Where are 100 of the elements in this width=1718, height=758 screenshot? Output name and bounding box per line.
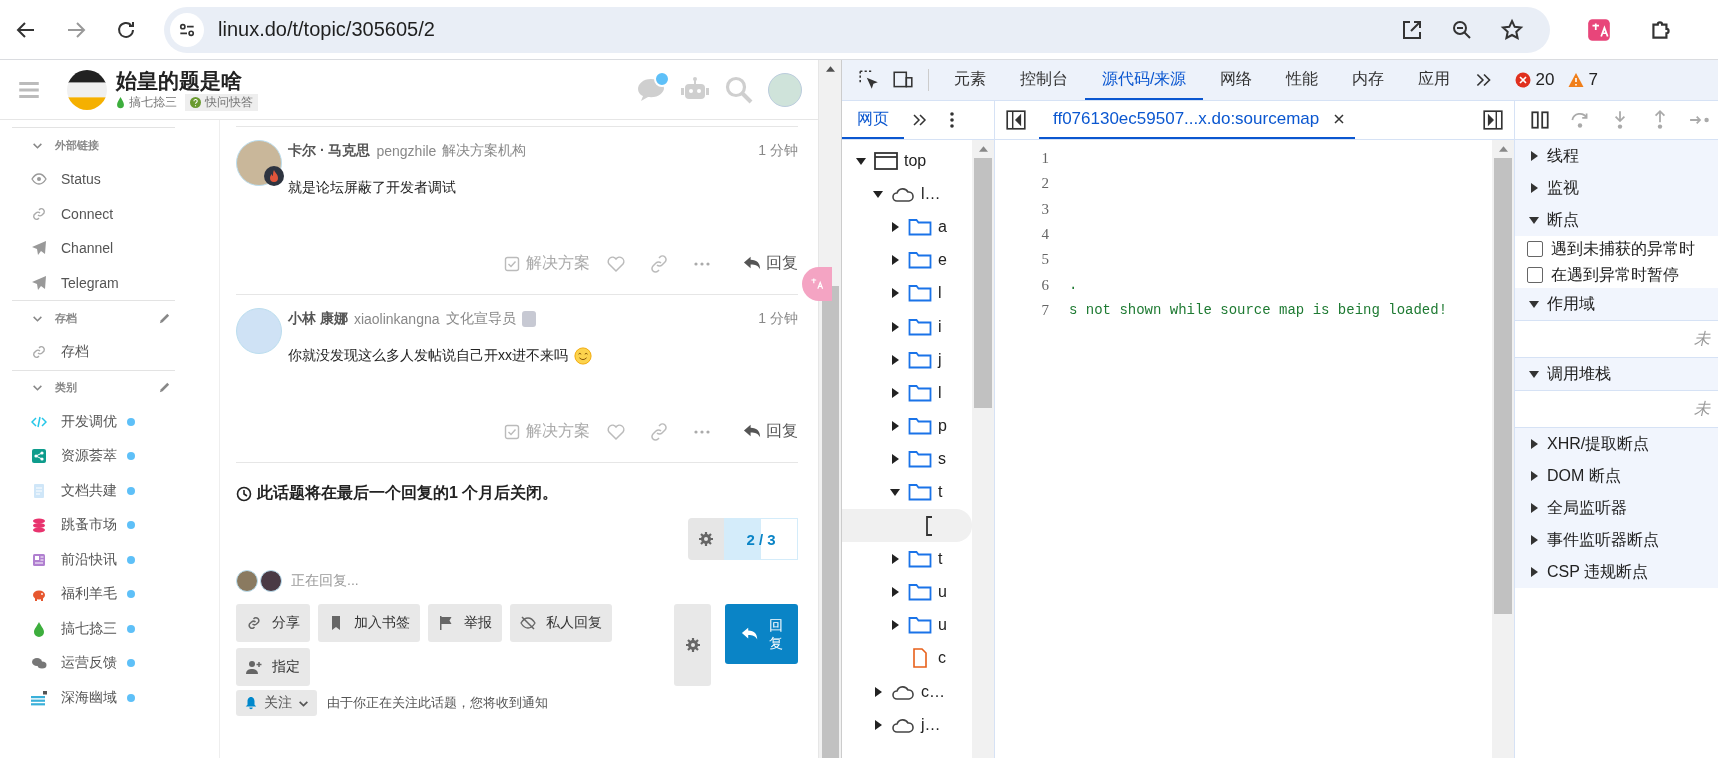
reply-button[interactable]: 回复 xyxy=(743,421,798,442)
bookmark-button[interactable]: 加入书签 xyxy=(318,604,420,642)
section-title[interactable]: 类别 xyxy=(55,380,158,395)
tree-item[interactable]: i xyxy=(842,309,972,344)
expand-arrow-icon[interactable] xyxy=(1529,471,1539,481)
expand-arrow-icon[interactable] xyxy=(1529,215,1539,225)
expand-arrow-icon[interactable] xyxy=(1529,151,1539,161)
expand-arrow-icon[interactable] xyxy=(890,620,900,631)
sidebar-link[interactable]: 文档共建 xyxy=(61,481,117,500)
tree-item[interactable]: a xyxy=(842,210,972,244)
site-logo-icon[interactable] xyxy=(66,68,108,111)
debugger-section-title[interactable]: 断点 xyxy=(1547,209,1579,231)
sidebar-link[interactable]: 深海幽域 xyxy=(61,688,117,707)
site-settings-icon[interactable] xyxy=(170,12,204,47)
section-title[interactable]: 存档 xyxy=(55,310,158,326)
user-name[interactable]: 小林 康娜 xyxy=(288,310,348,328)
toggle-navigator-icon[interactable] xyxy=(1005,109,1027,131)
settings-button[interactable] xyxy=(674,604,711,686)
address-bar[interactable]: linux.do/t/topic/305605/2 xyxy=(164,6,1550,53)
tree-item[interactable]: c xyxy=(842,641,972,675)
inspect-element-icon[interactable] xyxy=(858,69,880,91)
sidebar-link[interactable]: Status xyxy=(61,171,101,188)
section-title[interactable]: 外部链接 xyxy=(55,137,175,153)
pause-icon[interactable] xyxy=(1529,109,1551,131)
user-name[interactable]: 卡尔 · 马克思 xyxy=(288,142,371,160)
toggle-debugger-icon[interactable] xyxy=(1482,109,1504,131)
expand-arrow-icon[interactable] xyxy=(873,686,883,697)
scroll-up-icon[interactable] xyxy=(825,66,835,72)
expand-arrow-icon[interactable] xyxy=(873,719,883,730)
error-count[interactable]: 20 xyxy=(1515,70,1555,90)
notification-level-dropdown[interactable]: 关注 xyxy=(236,690,317,716)
tree-item[interactable]: t xyxy=(842,475,972,510)
expand-arrow-icon[interactable] xyxy=(856,155,866,166)
sidebar-link[interactable]: 存档 xyxy=(61,343,89,362)
tag-chip[interactable]: 快问快答 xyxy=(185,94,258,111)
username[interactable]: pengzhile xyxy=(376,143,437,159)
devtools-tab[interactable]: 元素 xyxy=(937,60,1003,100)
star-icon[interactable] xyxy=(1500,17,1524,42)
expand-arrow-icon[interactable] xyxy=(890,487,900,498)
flag-button[interactable]: 举报 xyxy=(428,604,502,642)
tree-item[interactable]: t xyxy=(842,542,972,576)
private-reply-button[interactable]: 私人回复 xyxy=(510,604,612,642)
devtools-tab[interactable]: 应用 xyxy=(1401,60,1468,100)
translate-extension-icon[interactable] xyxy=(1586,16,1612,43)
tree-item[interactable]: l xyxy=(842,276,972,310)
checkbox[interactable] xyxy=(1527,267,1543,283)
topic-title[interactable]: 始皇的题是啥 xyxy=(116,68,258,94)
file-tab[interactable]: ff076130ec59507...x.do:sourcemap xyxy=(1039,101,1356,139)
expand-arrow-icon[interactable] xyxy=(890,255,900,266)
assign-button[interactable]: 指定 xyxy=(236,648,310,686)
close-icon[interactable] xyxy=(1333,113,1346,125)
sidebar-link[interactable]: 搞七捻三 xyxy=(61,619,117,638)
debugger-section-title[interactable]: 监视 xyxy=(1547,177,1579,199)
expand-arrow-icon[interactable] xyxy=(1529,439,1539,449)
sidebar-link[interactable]: Connect xyxy=(61,205,114,222)
sidebar-link[interactable]: Telegram xyxy=(61,274,119,291)
tree-item[interactable]: s xyxy=(842,442,972,476)
expand-arrow-icon[interactable] xyxy=(873,188,883,199)
sidebar-link[interactable]: 前沿快讯 xyxy=(61,550,117,569)
expand-arrow-icon[interactable] xyxy=(890,288,900,299)
pencil-icon[interactable] xyxy=(158,311,171,325)
scroll-up-icon[interactable] xyxy=(1498,146,1508,152)
tree-item[interactable]: l… xyxy=(842,177,972,211)
expand-arrow-icon[interactable] xyxy=(1529,567,1539,577)
tree-item[interactable]: u xyxy=(842,575,972,609)
post-time[interactable]: 1 分钟 xyxy=(758,142,798,160)
expand-arrow-icon[interactable] xyxy=(890,421,900,432)
scrollbar[interactable] xyxy=(1492,140,1514,758)
devtools-tab[interactable]: 性能 xyxy=(1269,60,1336,100)
tree-item[interactable]: p xyxy=(842,409,972,443)
sidebar-link[interactable]: Channel xyxy=(61,240,114,257)
expand-arrow-icon[interactable] xyxy=(890,587,900,598)
page-scrollbar[interactable] xyxy=(818,60,841,758)
devtools-tab[interactable]: 控制台 xyxy=(1003,60,1085,100)
share-button[interactable]: 分享 xyxy=(236,604,310,642)
expand-arrow-icon[interactable] xyxy=(890,454,900,465)
reply-button[interactable]: 回复 xyxy=(725,604,798,664)
tree-item[interactable]: c… xyxy=(842,675,972,709)
sidebar-link[interactable]: 运营反馈 xyxy=(61,654,117,673)
sidebar-link[interactable]: 跳蚤市场 xyxy=(61,516,117,535)
expand-arrow-icon[interactable] xyxy=(890,387,900,398)
expand-arrow-icon[interactable] xyxy=(1529,369,1539,379)
expand-arrow-icon[interactable] xyxy=(890,321,900,332)
debugger-section-title[interactable]: 作用域 xyxy=(1547,293,1595,315)
page-tab[interactable]: 网页 xyxy=(842,101,904,139)
username[interactable]: xiaolinkangna xyxy=(353,311,440,327)
expand-arrow-icon[interactable] xyxy=(1529,503,1539,513)
expand-arrow-icon[interactable] xyxy=(890,354,900,365)
tree-item[interactable]: e xyxy=(842,243,972,277)
checkbox-label[interactable]: 在遇到异常时暂停 xyxy=(1551,264,1679,286)
settings-button[interactable] xyxy=(688,518,724,560)
tree-item[interactable]: top xyxy=(842,144,972,178)
tree-item[interactable]: u xyxy=(842,608,972,642)
tree-item[interactable]: j… xyxy=(842,708,972,742)
reply-button[interactable]: 回复 xyxy=(743,253,798,274)
expand-arrow-icon[interactable] xyxy=(890,553,900,564)
devtools-tab[interactable]: 源代码/来源 xyxy=(1085,60,1204,100)
post-time[interactable]: 1 分钟 xyxy=(758,310,798,328)
checkbox[interactable] xyxy=(1527,241,1543,257)
expand-arrow-icon[interactable] xyxy=(1529,535,1539,545)
